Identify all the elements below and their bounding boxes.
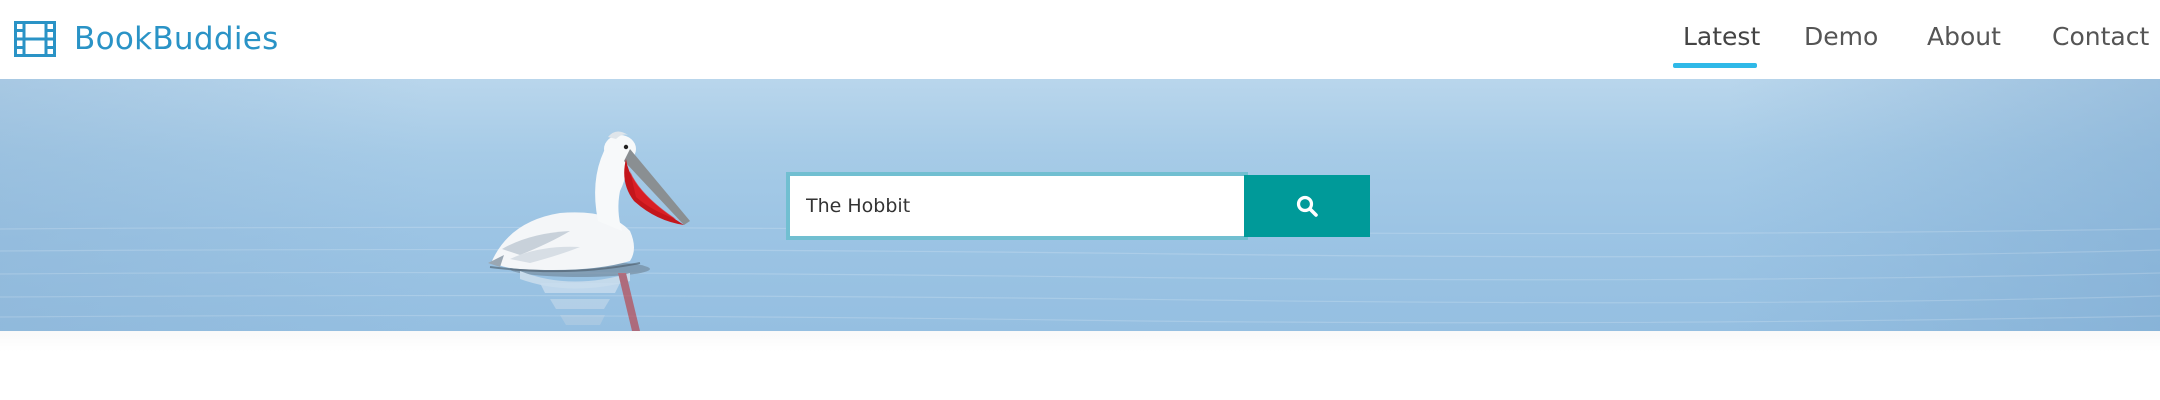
content-area [0,331,2160,400]
nav-item-latest[interactable]: Latest [1683,22,1760,51]
nav-item-about[interactable]: About [1927,22,2001,51]
brand-name: BookBuddies [74,21,279,57]
nav-item-contact[interactable]: Contact [2052,22,2149,51]
pelican-image [488,131,690,331]
search-icon [1296,195,1318,217]
film-icon [14,21,56,57]
brand-logo-link[interactable]: BookBuddies [14,18,279,60]
search-box [786,172,1248,240]
nav-item-demo[interactable]: Demo [1804,22,1878,51]
hero-banner [0,79,2160,331]
search-input[interactable] [790,176,1244,236]
top-navbar: BookBuddies Latest Demo About Contact [0,0,2160,79]
search-button[interactable] [1244,175,1370,237]
active-nav-indicator [1673,63,1757,68]
